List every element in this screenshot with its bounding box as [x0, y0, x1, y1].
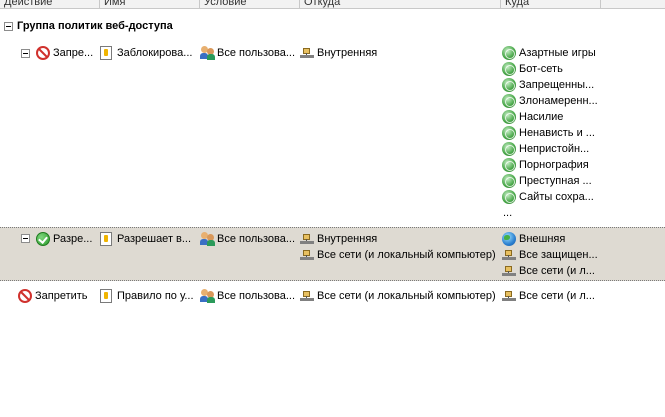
column-header-name[interactable]: Имя [100, 0, 200, 8]
collapse-toggle-icon[interactable] [4, 22, 13, 31]
url-category-icon [502, 190, 516, 204]
url-category-icon [502, 46, 516, 60]
users-icon [200, 46, 216, 60]
url-category-icon [502, 78, 516, 92]
column-header-from[interactable]: Откуда [300, 0, 501, 8]
users-icon [200, 289, 216, 303]
network-icon [502, 289, 516, 303]
network-icon [300, 46, 314, 60]
collapse-toggle-icon[interactable] [21, 49, 30, 58]
url-category-icon [502, 94, 516, 108]
globe-icon [502, 232, 516, 246]
network-icon [502, 248, 516, 262]
rule-row-block[interactable]: Запре... Заблокирова... Все пользова... … [0, 45, 665, 223]
network-icon [300, 248, 314, 262]
column-header-condition[interactable]: Условие [200, 0, 300, 8]
collapse-toggle-icon[interactable] [21, 234, 30, 243]
url-category-icon [502, 62, 516, 76]
network-icon [300, 289, 314, 303]
url-category-icon [502, 126, 516, 140]
network-icon [502, 264, 516, 278]
column-header-action[interactable]: Действие [0, 0, 100, 8]
column-header: Действие Имя Условие Откуда Куда [0, 0, 665, 9]
column-header-to[interactable]: Куда [501, 0, 601, 8]
url-category-icon [502, 142, 516, 156]
allow-icon [36, 232, 50, 246]
network-icon [300, 232, 314, 246]
policy-group-title: Группа политик веб-доступа [17, 20, 173, 32]
rule-icon [100, 232, 112, 246]
rule-row-block-selected[interactable]: Разре... Разрешает в... Все пользова... … [0, 227, 665, 281]
url-category-icon [502, 158, 516, 172]
deny-icon [18, 289, 32, 303]
rule-row-block[interactable]: Запретить Правило по у... Все пользова..… [0, 288, 665, 306]
rule-to-more: ... [503, 207, 513, 219]
deny-icon [36, 46, 50, 60]
url-category-icon [502, 110, 516, 124]
rule-icon [100, 289, 112, 303]
rule-icon [100, 46, 112, 60]
url-category-icon [502, 174, 516, 188]
users-icon [200, 232, 216, 246]
